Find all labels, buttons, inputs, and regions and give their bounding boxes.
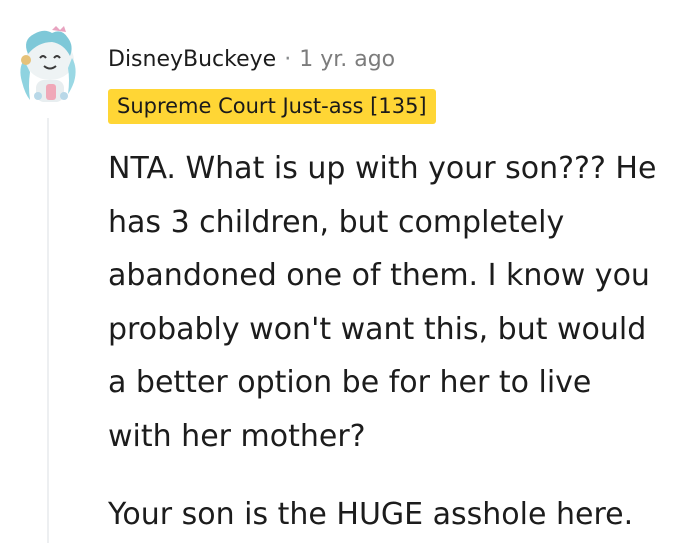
user-avatar[interactable] [8,24,86,110]
thread-collapse-line[interactable] [47,118,49,543]
comment-meta: DisneyBuckeye · 1 yr. ago [108,42,395,76]
comment-body: NTA. What is up with your son??? He has … [108,142,693,542]
comment-paragraph: Your son is the HUGE asshole here. [108,497,634,532]
username-link[interactable]: DisneyBuckeye [108,47,276,72]
comment-paragraph: NTA. What is up with your son??? He has … [108,151,657,454]
meta-separator: · [284,46,292,72]
user-flair: Supreme Court Just-ass [135] [108,89,436,124]
timestamp-link[interactable]: 1 yr. ago [299,47,395,72]
comment: DisneyBuckeye · 1 yr. ago Supreme Court … [0,0,700,543]
snoo-avatar-icon [20,26,76,102]
